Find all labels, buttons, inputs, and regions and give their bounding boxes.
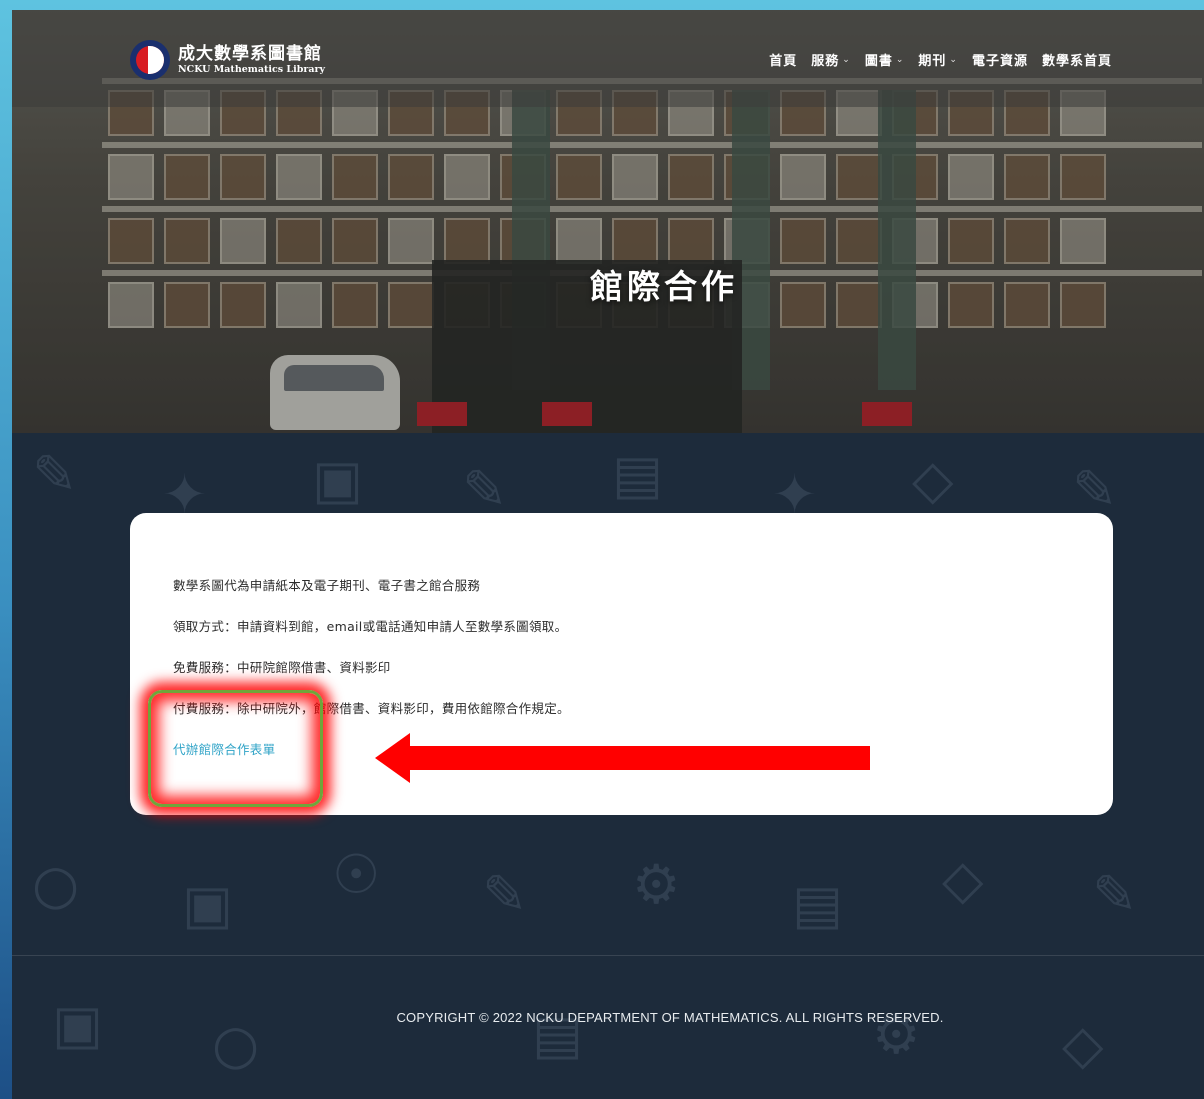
- logo-subtitle: NCKU Mathematics Library: [178, 64, 326, 75]
- nav-item-e-resources[interactable]: 電子資源: [972, 50, 1028, 69]
- book-icon: ▣: [312, 448, 364, 511]
- main-nav: 首頁 服務 ⌄ 圖書 ⌄ 期刊 ⌄ 電子資源 數學系首頁: [769, 50, 1112, 69]
- nav-item-math-dept-home[interactable]: 數學系首頁: [1042, 50, 1112, 69]
- pickup-method-text: 領取方式：申請資料到館，email或電話通知申請人至數學系圖領取。: [173, 619, 568, 634]
- highlight-annotation-box: [148, 690, 323, 807]
- pencil-icon: ✎: [462, 458, 508, 521]
- book-icon: ▤: [612, 443, 664, 506]
- nav-item-books[interactable]: 圖書 ⌄: [865, 50, 905, 69]
- book-icon: ▤: [792, 873, 844, 936]
- free-service-text: 免費服務：中研院館際借書、資料影印: [173, 660, 391, 675]
- site-logo[interactable]: 成大數學系圖書館 NCKU Mathematics Library: [130, 40, 325, 80]
- logo-title: 成大數學系圖書館: [178, 44, 322, 64]
- ruler-icon: ◇: [942, 848, 984, 911]
- top-navigation-bar: 成大數學系圖書館 NCKU Mathematics Library 首頁 服務 ⌄…: [12, 10, 1204, 107]
- pencil-icon: ✎: [482, 863, 528, 926]
- intro-text: 數學系圖代為申請紙本及電子期刊、電子書之館合服務: [173, 578, 481, 593]
- content-card: 數學系圖代為申請紙本及電子期刊、電子書之館合服務 領取方式：申請資料到館，ema…: [130, 513, 1113, 815]
- gear-icon: ⚙: [632, 853, 681, 916]
- chevron-down-icon: ⌄: [949, 54, 958, 65]
- chevron-down-icon: ⌄: [842, 54, 851, 65]
- red-arrow-annotation: [375, 733, 870, 783]
- page-title: 館際合作: [590, 267, 738, 306]
- ruler-icon: ◇: [912, 448, 954, 511]
- nav-item-services[interactable]: 服務 ⌄: [811, 50, 851, 69]
- bulb-icon: ☉: [332, 843, 381, 906]
- nav-item-journals[interactable]: 期刊 ⌄: [918, 50, 958, 69]
- nav-item-home[interactable]: 首頁: [769, 50, 797, 69]
- footer-copyright: COPYRIGHT © 2022 NCKU DEPARTMENT OF MATH…: [396, 1010, 944, 1025]
- bulb-icon: ○: [32, 853, 80, 916]
- pencil-icon: ✎: [1072, 458, 1118, 521]
- ncku-logo-icon: [130, 40, 170, 80]
- hero-banner: 成大數學系圖書館 NCKU Mathematics Library 首頁 服務 ⌄…: [12, 10, 1204, 433]
- book-icon: ✎: [32, 443, 78, 506]
- pencil-icon: ✎: [1092, 863, 1138, 926]
- book-icon: ▣: [182, 873, 234, 936]
- arrow-left-icon: [375, 733, 870, 783]
- footer-divider: [12, 955, 1204, 956]
- chevron-down-icon: ⌄: [895, 54, 905, 65]
- page: 成大數學系圖書館 NCKU Mathematics Library 首頁 服務 ⌄…: [12, 10, 1204, 1099]
